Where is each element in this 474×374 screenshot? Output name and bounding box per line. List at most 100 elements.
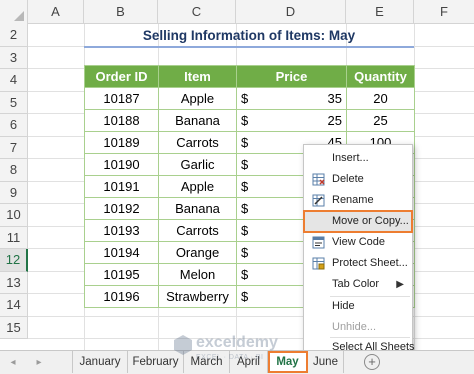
menu-tab-color[interactable]: Tab Color ▶ xyxy=(304,274,412,295)
cell-price[interactable]: $35 xyxy=(236,87,347,110)
menu-hide-label: Hide xyxy=(332,300,355,312)
cell-item[interactable]: Carrots xyxy=(158,131,237,154)
cell-order-id[interactable]: 10190 xyxy=(84,153,159,176)
cell-item[interactable]: Melon xyxy=(158,263,237,286)
tab-january[interactable]: January xyxy=(72,351,128,373)
select-all-corner[interactable] xyxy=(0,0,28,24)
cell-order-id[interactable]: 10194 xyxy=(84,241,159,264)
add-sheet-icon[interactable]: + xyxy=(364,354,380,370)
tab-scroll-right-icon[interactable]: ▸ xyxy=(32,355,46,371)
menu-rename-label: Rename xyxy=(332,194,374,206)
menu-rename[interactable]: Rename xyxy=(304,190,412,211)
menu-insert[interactable]: Insert... xyxy=(304,148,412,169)
column-header-e[interactable]: E xyxy=(346,0,414,24)
submenu-arrow-icon: ▶ xyxy=(396,279,404,290)
cell-item[interactable]: Apple xyxy=(158,87,237,110)
column-header-b[interactable]: B xyxy=(84,0,158,24)
row-header-12[interactable]: 12 xyxy=(0,249,28,272)
cell-quantity[interactable]: 20 xyxy=(346,87,415,110)
row-header-4[interactable]: 4 xyxy=(0,69,28,92)
row-header-2[interactable]: 2 xyxy=(0,24,28,47)
column-header-bar: A B C D E F xyxy=(0,0,474,24)
column-header-c[interactable]: C xyxy=(158,0,236,24)
sheet-tab-context-menu: Insert... Delete Rename Move or Copy... … xyxy=(303,144,415,356)
row-header-6[interactable]: 6 xyxy=(0,114,28,137)
menu-insert-label: Insert... xyxy=(332,152,369,164)
menu-view-code-label: View Code xyxy=(332,236,385,248)
currency-symbol: $ xyxy=(241,91,249,106)
cell-order-id[interactable]: 10189 xyxy=(84,131,159,154)
cell-order-id[interactable]: 10196 xyxy=(84,285,159,308)
cell-order-id[interactable]: 10195 xyxy=(84,263,159,286)
row-header-10[interactable]: 10 xyxy=(0,204,28,227)
currency-symbol: $ xyxy=(241,157,249,172)
delete-sheet-icon xyxy=(312,173,325,186)
price-value: 35 xyxy=(327,91,342,106)
currency-symbol: $ xyxy=(241,267,249,282)
cell-item[interactable]: Garlic xyxy=(158,153,237,176)
menu-delete-label: Delete xyxy=(332,173,364,185)
currency-symbol: $ xyxy=(241,223,249,238)
cell-order-id[interactable]: 10192 xyxy=(84,197,159,220)
currency-symbol: $ xyxy=(241,289,249,304)
currency-symbol: $ xyxy=(241,179,249,194)
cell-item[interactable]: Banana xyxy=(158,197,237,220)
menu-unhide: Unhide... xyxy=(304,317,412,338)
cell-item[interactable]: Apple xyxy=(158,175,237,198)
cell-item[interactable]: Orange xyxy=(158,241,237,264)
cell-quantity[interactable]: 25 xyxy=(346,109,415,132)
menu-tab-color-label: Tab Color xyxy=(332,278,380,290)
menu-protect-sheet-label: Protect Sheet... xyxy=(332,257,408,269)
row-header-13[interactable]: 13 xyxy=(0,271,28,294)
cell-order-id[interactable]: 10193 xyxy=(84,219,159,242)
tab-march[interactable]: March xyxy=(184,351,230,373)
header-order-id[interactable]: Order ID xyxy=(84,65,159,88)
row-header-5[interactable]: 5 xyxy=(0,91,28,114)
currency-symbol: $ xyxy=(241,135,249,150)
menu-protect-sheet[interactable]: Protect Sheet... xyxy=(304,253,412,274)
cell-order-id[interactable]: 10191 xyxy=(84,175,159,198)
tab-february[interactable]: February xyxy=(128,351,184,373)
tab-june[interactable]: June xyxy=(308,351,344,373)
cell-item[interactable]: Strawberry xyxy=(158,285,237,308)
currency-symbol: $ xyxy=(241,245,249,260)
tab-scroll-left-icon[interactable]: ◂ xyxy=(6,355,20,371)
cell-price[interactable]: $25 xyxy=(236,109,347,132)
menu-hide[interactable]: Hide xyxy=(304,296,412,317)
row-header-8[interactable]: 8 xyxy=(0,159,28,182)
menu-delete[interactable]: Delete xyxy=(304,169,412,190)
sheet-title[interactable]: Selling Information of Items: May xyxy=(84,25,414,47)
cell-item[interactable]: Carrots xyxy=(158,219,237,242)
view-code-icon xyxy=(312,236,325,249)
price-value: 25 xyxy=(327,113,342,128)
header-price[interactable]: Price xyxy=(236,65,347,88)
rename-icon xyxy=(312,194,325,207)
header-quantity[interactable]: Quantity xyxy=(346,65,415,88)
title-underline xyxy=(84,46,414,48)
menu-unhide-label: Unhide... xyxy=(332,321,377,333)
menu-view-code[interactable]: View Code xyxy=(304,232,412,253)
sheet-tabs-bar: ◂ ▸ January February March April May Jun… xyxy=(0,350,474,374)
cell-order-id[interactable]: 10188 xyxy=(84,109,159,132)
menu-move-or-copy[interactable]: Move or Copy... xyxy=(303,210,413,233)
tab-may[interactable]: May xyxy=(268,351,308,373)
table-header-row: Order ID Item Price Quantity xyxy=(84,65,415,88)
tab-april[interactable]: April xyxy=(230,351,268,373)
header-item[interactable]: Item xyxy=(158,65,237,88)
currency-symbol: $ xyxy=(241,201,249,216)
row-header-9[interactable]: 9 xyxy=(0,181,28,204)
cell-order-id[interactable]: 10187 xyxy=(84,87,159,110)
row-header-3[interactable]: 3 xyxy=(0,46,28,69)
row-header-15[interactable]: 15 xyxy=(0,316,28,339)
table-row: 10187 Apple $35 20 xyxy=(84,87,415,110)
row-header-14[interactable]: 14 xyxy=(0,294,28,317)
row-header-7[interactable]: 7 xyxy=(0,136,28,159)
column-header-a[interactable]: A xyxy=(28,0,84,24)
column-header-f[interactable]: F xyxy=(414,0,474,24)
table-row: 10188 Banana $25 25 xyxy=(84,109,415,132)
column-header-d[interactable]: D xyxy=(236,0,346,24)
protect-sheet-icon xyxy=(312,257,325,270)
menu-move-or-copy-label: Move or Copy... xyxy=(332,215,409,227)
row-header-11[interactable]: 11 xyxy=(0,226,28,249)
cell-item[interactable]: Banana xyxy=(158,109,237,132)
